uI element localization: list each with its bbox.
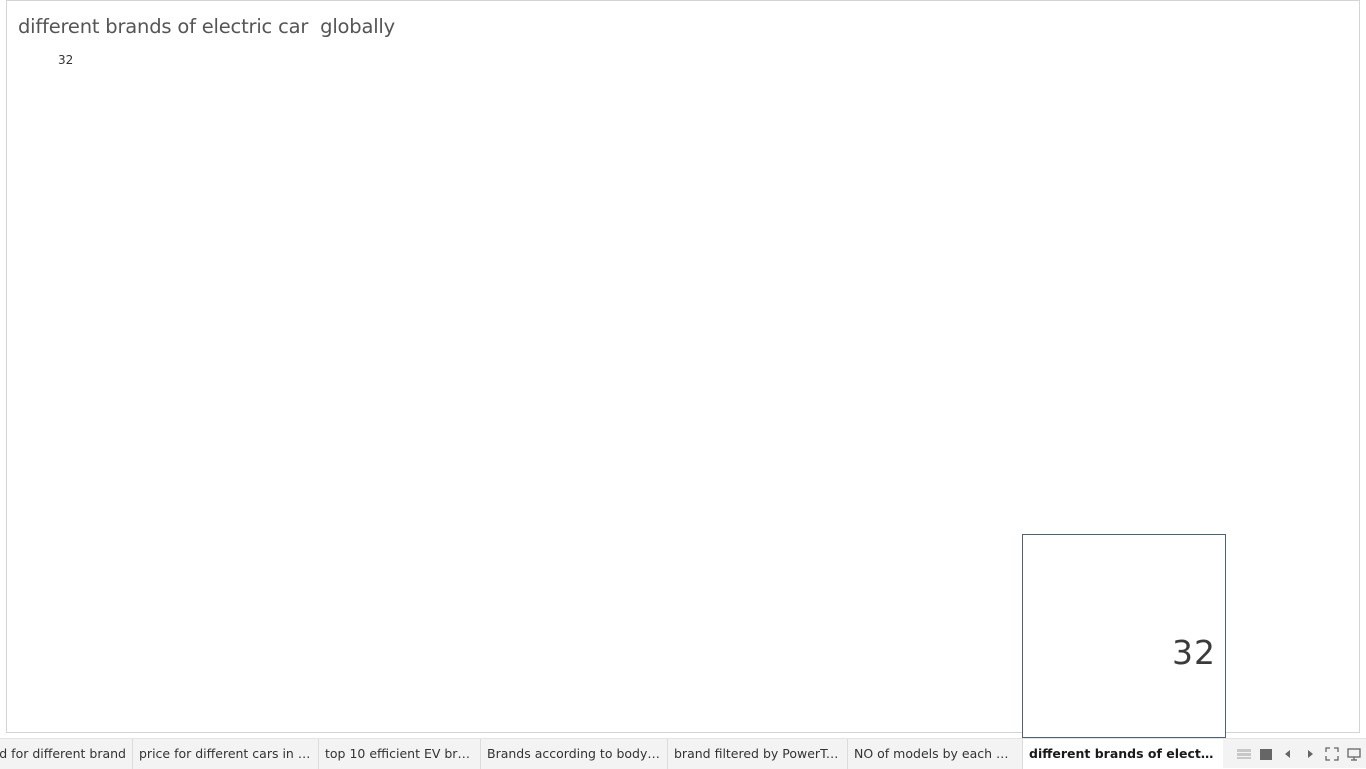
sheet-thumbnail-preview: 32 bbox=[1022, 534, 1226, 738]
sheet-sorter-icon[interactable] bbox=[1236, 746, 1252, 762]
dashboard-title: different brands of electric car globall… bbox=[18, 15, 395, 38]
tab-sheet-4[interactable]: Brands according to bodystyle bbox=[481, 739, 668, 769]
tab-sheet-5[interactable]: brand filtered by PowerTrain bbox=[668, 739, 848, 769]
presentation-mode-icon[interactable] bbox=[1346, 746, 1362, 762]
tab-sheet-1[interactable]: ed for different brand bbox=[0, 739, 133, 769]
sheet-tab-bar: ed for different brand price for differe… bbox=[0, 738, 1366, 769]
tab-controls bbox=[1230, 739, 1366, 769]
tab-sheet-6[interactable]: NO of models by each brand bbox=[848, 739, 1023, 769]
tab-sheet-7-active[interactable]: different brands of electric car ... bbox=[1023, 739, 1223, 769]
tab-sheet-2[interactable]: price for different cars in india bbox=[133, 739, 319, 769]
kpi-value[interactable]: 32 bbox=[58, 53, 73, 67]
filmstrip-icon[interactable] bbox=[1258, 746, 1274, 762]
next-sheet-icon[interactable] bbox=[1302, 746, 1318, 762]
tab-sheet-3[interactable]: top 10 efficient EV brands bbox=[319, 739, 481, 769]
thumbnail-kpi-value: 32 bbox=[1172, 633, 1216, 672]
prev-sheet-icon[interactable] bbox=[1280, 746, 1296, 762]
fullscreen-icon[interactable] bbox=[1324, 746, 1340, 762]
sheet-tabs: ed for different brand price for differe… bbox=[0, 739, 1223, 769]
